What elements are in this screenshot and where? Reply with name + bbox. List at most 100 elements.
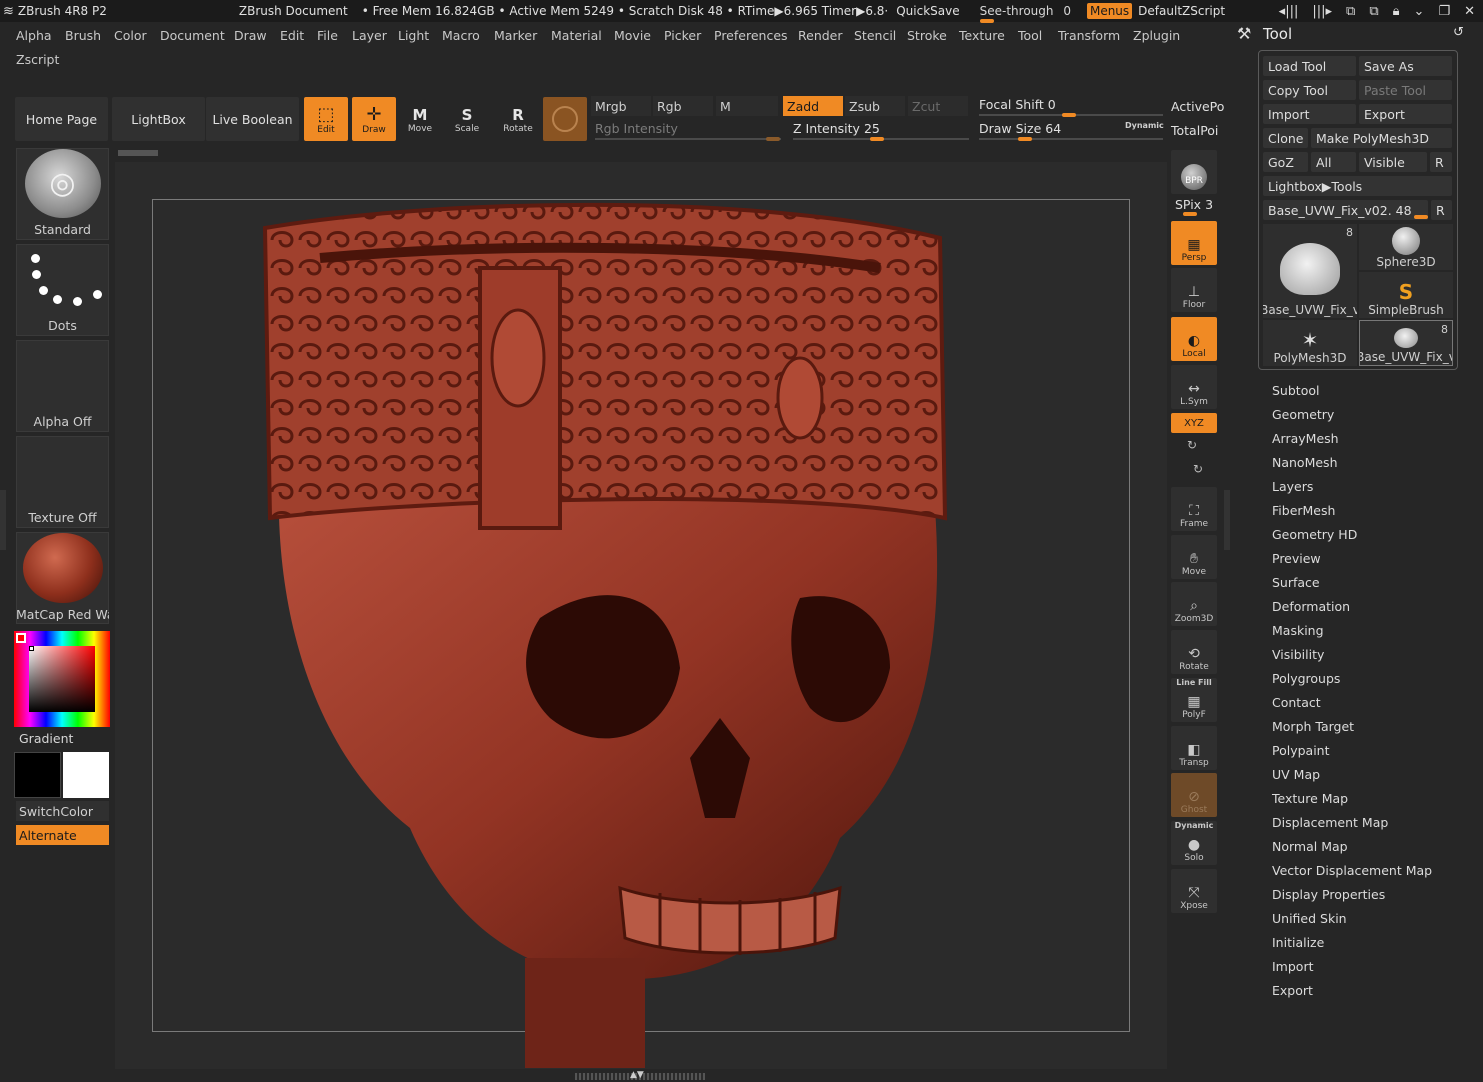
mrgb-toggle[interactable]: Mrgb: [591, 96, 651, 116]
lsym-button[interactable]: ↔ L.Sym: [1171, 365, 1217, 409]
tool-thumb-polymesh3d[interactable]: ✶ PolyMesh3D: [1263, 320, 1357, 366]
menu-render[interactable]: Render: [794, 26, 847, 45]
import-tool-button[interactable]: Import: [1263, 104, 1356, 124]
rotate-z-icon[interactable]: ↻: [1193, 462, 1203, 476]
rgb-intensity-label[interactable]: Rgb Intensity: [595, 121, 678, 136]
layout-left-icon[interactable]: ◂|||: [1279, 4, 1299, 19]
subpalette-morph-target[interactable]: Morph Target: [1272, 719, 1354, 734]
menu-tool[interactable]: Tool: [1014, 26, 1046, 45]
primary-color-swatch[interactable]: [14, 752, 61, 798]
rotate-mode-button[interactable]: R Rotate: [498, 99, 538, 141]
menu-light[interactable]: Light: [394, 26, 433, 45]
menu-edit[interactable]: Edit: [276, 26, 308, 45]
rotate-y-icon[interactable]: ↻: [1187, 438, 1197, 452]
menu-picker[interactable]: Picker: [660, 26, 705, 45]
subpalette-subtool[interactable]: Subtool: [1272, 383, 1319, 398]
subpalette-displacement-map[interactable]: Displacement Map: [1272, 815, 1388, 830]
make-polymesh-button[interactable]: Make PolyMesh3D: [1311, 128, 1452, 148]
export-tool-button[interactable]: Export: [1359, 104, 1452, 124]
floor-button[interactable]: ⊥ Floor: [1171, 268, 1217, 312]
ghost-button[interactable]: ⊘ Ghost: [1171, 773, 1217, 817]
menu-brush[interactable]: Brush: [61, 26, 105, 45]
subpalette-initialize[interactable]: Initialize: [1272, 935, 1324, 950]
rotate-view-button[interactable]: ⟲ Rotate: [1171, 630, 1217, 674]
layout-right-icon[interactable]: |||▸: [1312, 4, 1332, 19]
seethrough-slider[interactable]: See-through 0: [979, 4, 1071, 23]
material-selector[interactable]: MatCap Red Wax: [16, 532, 109, 624]
dock-left-icon[interactable]: ⧉: [1346, 4, 1355, 19]
subpalette-layers[interactable]: Layers: [1272, 479, 1313, 494]
menu-alpha[interactable]: Alpha: [12, 26, 56, 45]
zoom3d-button[interactable]: ⌕ Zoom3D: [1171, 582, 1217, 626]
menu-file[interactable]: File: [313, 26, 342, 45]
subpalette-masking[interactable]: Masking: [1272, 623, 1324, 638]
focal-shift-knob[interactable]: [1062, 113, 1076, 117]
menu-layer[interactable]: Layer: [348, 26, 391, 45]
rgb-intensity-knob[interactable]: [766, 137, 780, 141]
tool-palette-header[interactable]: ⚒ Tool ↺: [1237, 24, 1477, 46]
texture-selector[interactable]: Texture Off: [16, 436, 109, 528]
rgb-intensity-track[interactable]: [595, 138, 781, 140]
subpalette-unified-skin[interactable]: Unified Skin: [1272, 911, 1347, 926]
subpalette-polypaint[interactable]: Polypaint: [1272, 743, 1330, 758]
dock-right-icon[interactable]: ⧉: [1369, 4, 1378, 19]
gradient-label[interactable]: Gradient: [19, 731, 73, 746]
scale-mode-button[interactable]: S Scale: [447, 99, 487, 141]
stroke-selector[interactable]: Dots: [16, 244, 109, 336]
viewport-scroll-handle[interactable]: [118, 150, 158, 156]
menu-transform[interactable]: Transform: [1054, 26, 1124, 45]
save-as-button[interactable]: Save As: [1359, 56, 1452, 76]
default-script-button[interactable]: DefaultZScript: [1138, 4, 1225, 18]
subpalette-polygroups[interactable]: Polygroups: [1272, 671, 1340, 686]
menu-movie[interactable]: Movie: [610, 26, 655, 45]
load-tool-button[interactable]: Load Tool: [1263, 56, 1356, 76]
material-swatch-button[interactable]: [543, 97, 587, 141]
transp-button[interactable]: ◧ Transp: [1171, 726, 1217, 770]
close-icon[interactable]: ✕: [1464, 4, 1475, 19]
menu-document[interactable]: Document: [156, 26, 229, 45]
subpalette-export[interactable]: Export: [1272, 983, 1313, 998]
menus-toggle[interactable]: Menus: [1086, 3, 1133, 19]
goz-button[interactable]: GoZ: [1263, 152, 1308, 172]
zadd-toggle[interactable]: Zadd: [783, 96, 843, 116]
color-saturation-square[interactable]: [29, 646, 95, 712]
menu-macro[interactable]: Macro: [438, 26, 484, 45]
subpalette-normal-map[interactable]: Normal Map: [1272, 839, 1348, 854]
z-intensity-slider[interactable]: Z Intensity 25: [793, 121, 880, 136]
rgb-toggle[interactable]: Rgb: [653, 96, 713, 116]
right-panel-toggle[interactable]: [1224, 490, 1230, 550]
frame-button[interactable]: ⛶ Frame: [1171, 487, 1217, 531]
tool-thumb-base-uvw-2[interactable]: 8 Base_UVW_Fix_v: [1359, 320, 1453, 366]
subpalette-nanomesh[interactable]: NanoMesh: [1272, 455, 1338, 470]
menu-stroke[interactable]: Stroke: [903, 26, 951, 45]
menu-texture[interactable]: Texture: [955, 26, 1009, 45]
zsub-toggle[interactable]: Zsub: [845, 96, 905, 116]
goz-visible-button[interactable]: Visible: [1359, 152, 1427, 172]
draw-mode-button[interactable]: ✛ Draw: [352, 97, 396, 141]
z-intensity-knob[interactable]: [870, 137, 884, 141]
menu-stencil[interactable]: Stencil: [850, 26, 900, 45]
tool-thumb-simplebrush[interactable]: S SimpleBrush: [1359, 272, 1453, 318]
maximize-icon[interactable]: ❐: [1438, 4, 1450, 19]
home-page-button[interactable]: Home Page: [15, 97, 108, 141]
lock-icon[interactable]: 🔒︎: [1393, 4, 1400, 19]
zcut-toggle[interactable]: Zcut: [908, 96, 968, 116]
goz-r-button[interactable]: R: [1430, 152, 1452, 172]
current-tool-knob[interactable]: [1414, 215, 1428, 219]
lightbox-button[interactable]: LightBox: [112, 97, 205, 141]
minimize-icon[interactable]: ⌄: [1414, 4, 1425, 19]
xyz-button[interactable]: XYZ: [1171, 413, 1217, 433]
alternate-button[interactable]: Alternate: [16, 825, 109, 845]
solo-button[interactable]: Dynamic ● Solo: [1171, 821, 1217, 865]
tool-thumb-base-uvw[interactable]: 8 Base_UVW_Fix_v: [1263, 224, 1357, 318]
xpose-button[interactable]: ⤧ Xpose: [1171, 869, 1217, 913]
dynamic-size-toggle[interactable]: Dynamic: [1125, 121, 1164, 130]
draw-size-knob[interactable]: [1018, 137, 1032, 141]
bottom-tray-arrows-icon[interactable]: ▲▼: [630, 1070, 644, 1080]
subpalette-display-properties[interactable]: Display Properties: [1272, 887, 1385, 902]
left-panel-toggle[interactable]: [0, 490, 6, 550]
subpalette-texture-map[interactable]: Texture Map: [1272, 791, 1348, 806]
lightbox-tools-button[interactable]: Lightbox▶Tools: [1263, 176, 1452, 196]
reset-icon[interactable]: ↺: [1453, 25, 1464, 40]
subpalette-fibermesh[interactable]: FiberMesh: [1272, 503, 1335, 518]
